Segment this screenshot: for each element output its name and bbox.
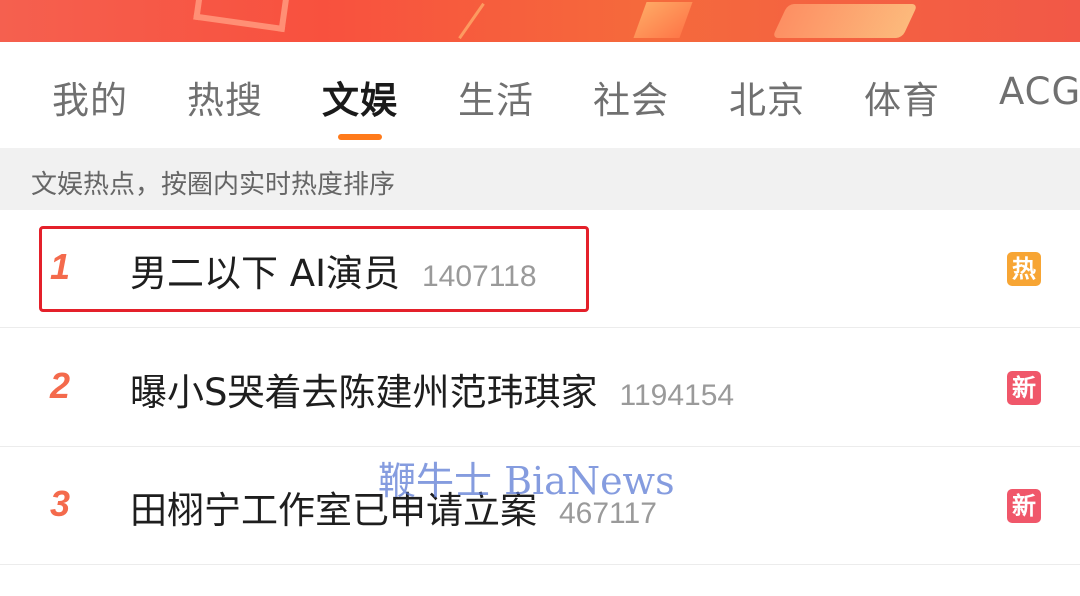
rank-number: 2 [50,365,71,406]
highlight-box [39,226,589,312]
tab-life[interactable]: 生活 [458,70,534,124]
new-badge: 新 [1007,489,1041,523]
banner-decoration [193,0,291,33]
tab-mine[interactable]: 我的 [52,70,128,124]
rank-number: 3 [50,483,71,524]
tab-beijing[interactable]: 北京 [729,70,805,124]
hint-text: 文娱热点，按圈内实时热度排序 [31,170,396,200]
tab-entertainment[interactable]: 文娱 [322,70,398,124]
new-badge: 新 [1007,371,1041,405]
banner-decoration [458,2,485,40]
section-hint: 文娱热点，按圈内实时热度排序 [0,148,1080,210]
category-tabs: 我的 热搜 文娱 生活 社会 北京 体育 ACG [0,42,1080,148]
tab-acg[interactable]: ACG [999,70,1080,113]
divider [0,327,1080,328]
banner-decoration [633,2,693,38]
active-tab-indicator [338,134,382,140]
tab-society[interactable]: 社会 [593,70,669,124]
watermark: 鞭牛士 BiaNews [378,459,675,503]
tab-sports[interactable]: 体育 [864,70,940,124]
topic-title[interactable]: 曝小S哭着去陈建州范玮琪家 1194154 [130,362,734,416]
tab-hot-search[interactable]: 热搜 [187,70,263,124]
top-banner [0,0,1080,42]
banner-decoration [772,4,918,38]
hot-badge: 热 [1007,252,1041,286]
divider [0,564,1080,565]
heat-count: 1194154 [619,379,735,412]
list-item[interactable]: 2 曝小S哭着去陈建州范玮琪家 1194154 新 [0,329,1080,447]
